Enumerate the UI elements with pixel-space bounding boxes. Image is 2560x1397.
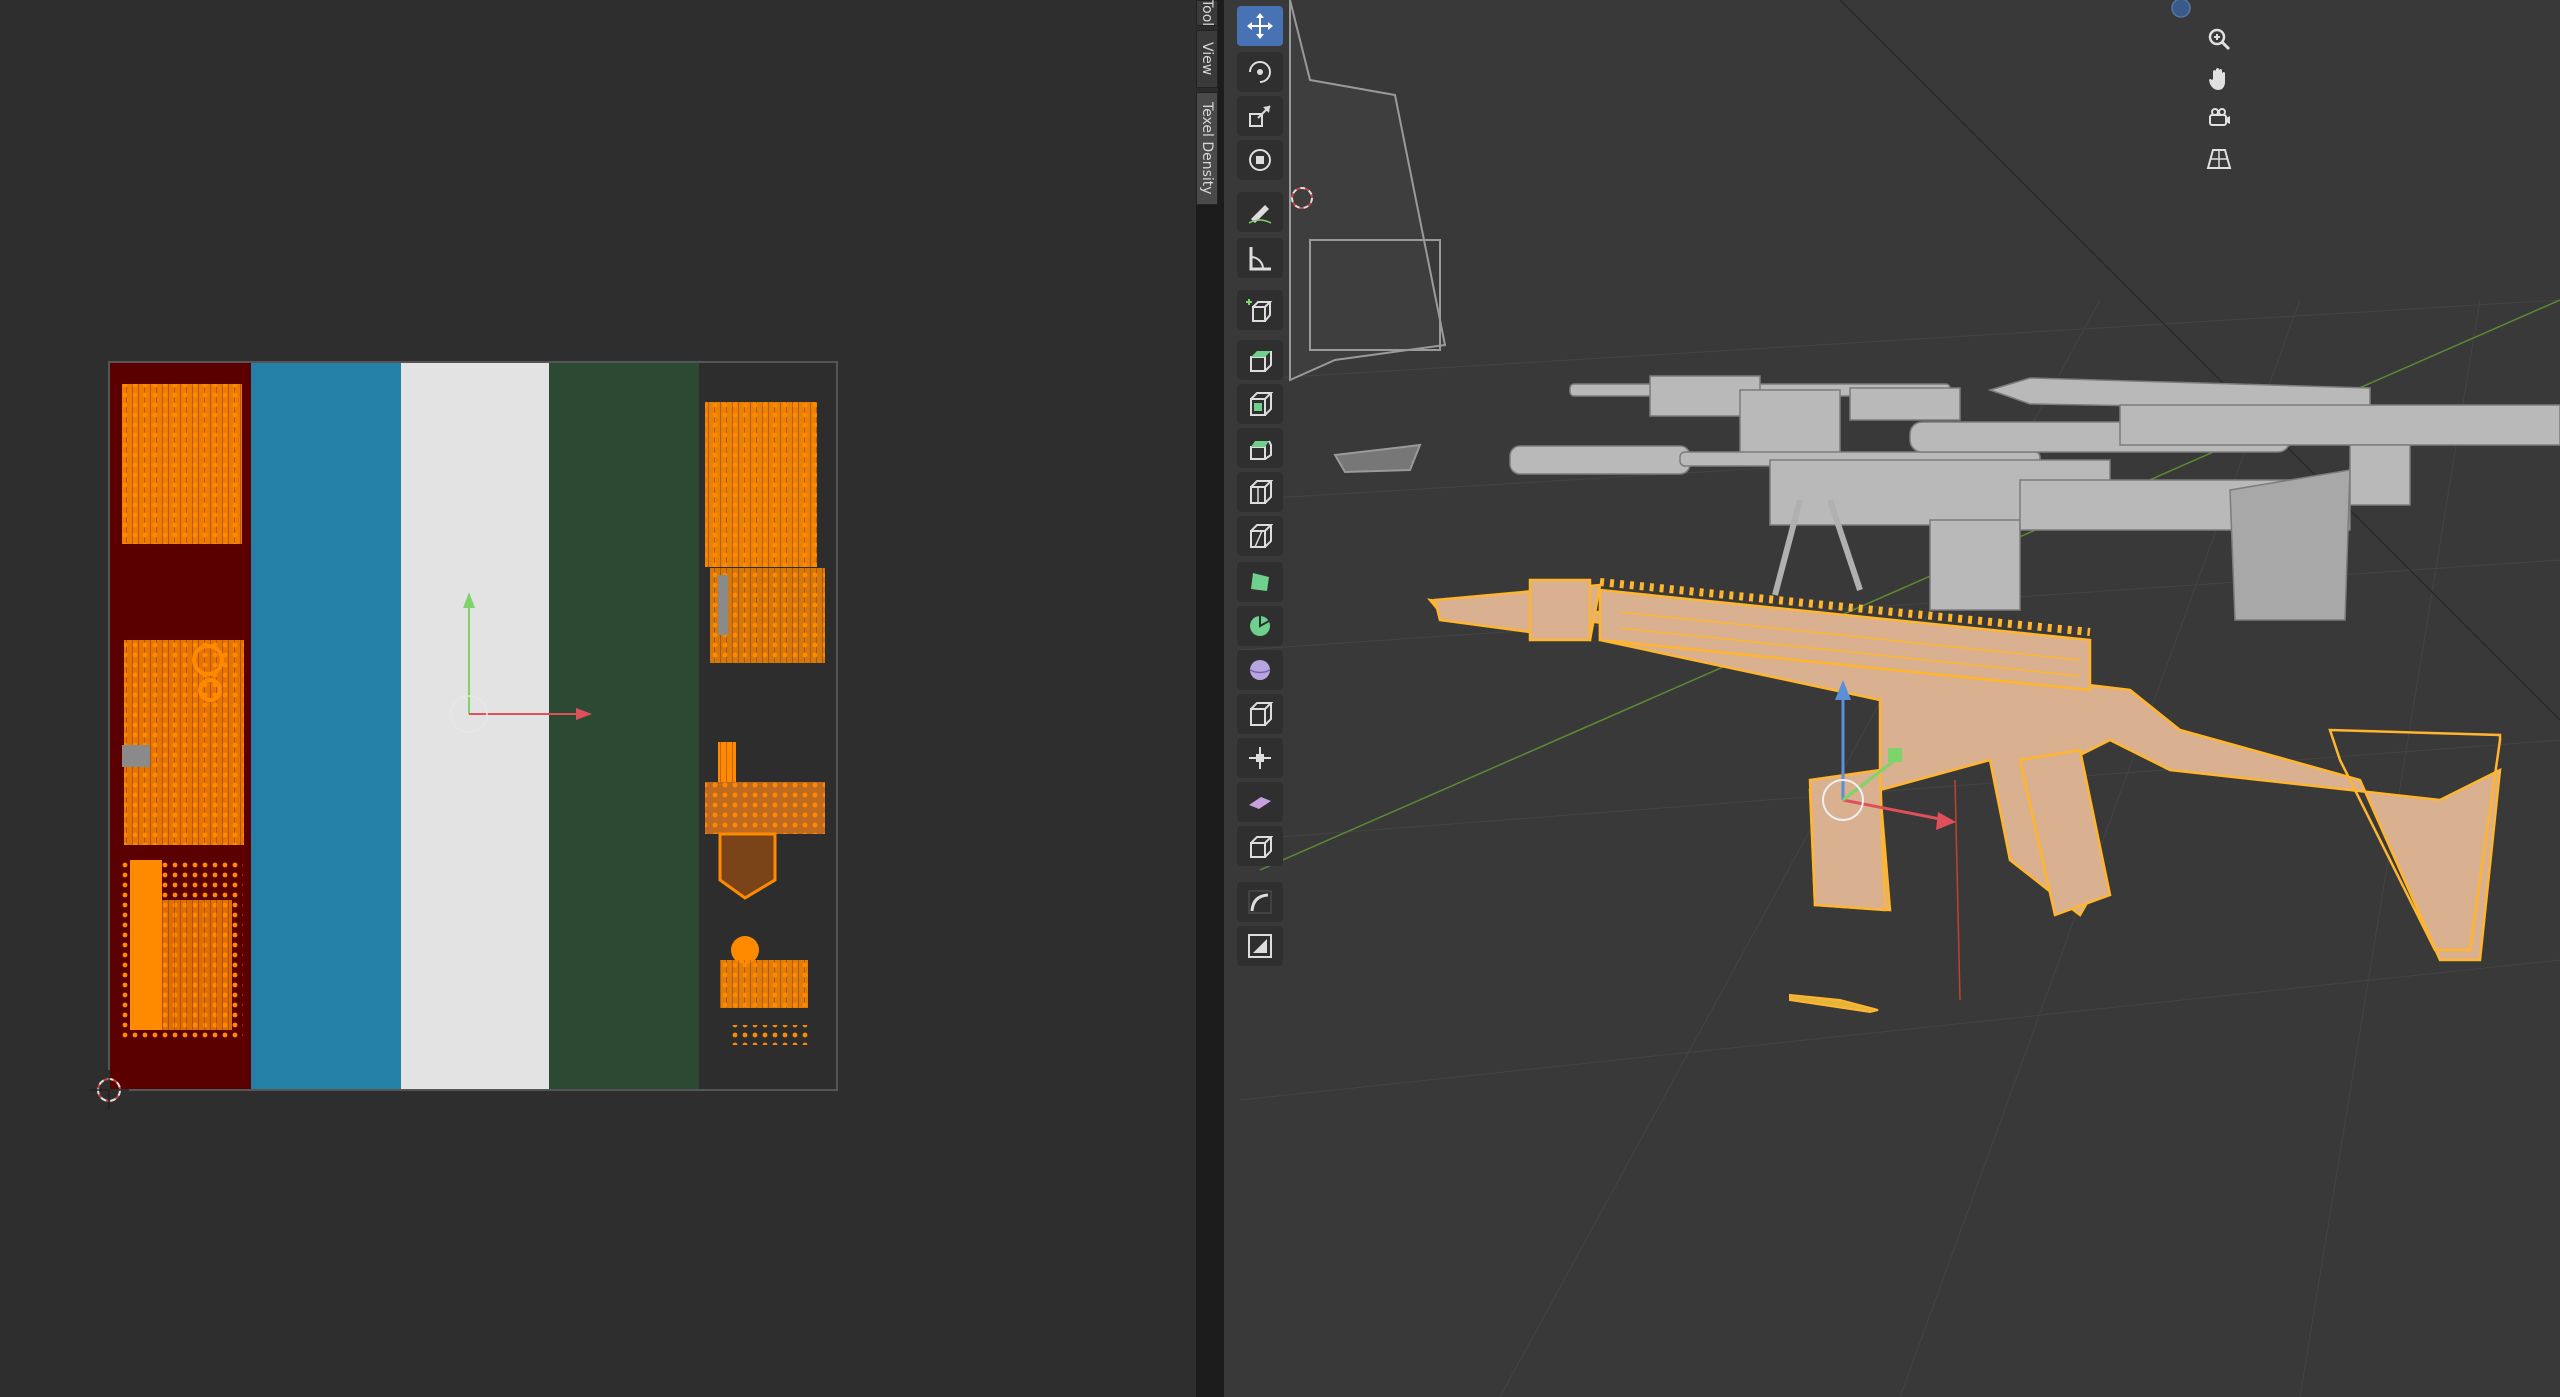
- zoom-button[interactable]: [2201, 21, 2237, 57]
- move-icon: [1247, 13, 1273, 39]
- shear-icon: [1249, 797, 1271, 809]
- smooth-tool-button[interactable]: [1237, 650, 1283, 690]
- uv-editor-panel[interactable]: [0, 0, 1196, 1397]
- knife-tool-button[interactable]: [1237, 516, 1283, 556]
- annotate-tool-button[interactable]: [1237, 192, 1283, 232]
- loop-cut-tool-button[interactable]: [1237, 472, 1283, 512]
- uv-islands-left[interactable]: [118, 384, 244, 1040]
- sidebar-tab-texel-density[interactable]: Texel Density: [1196, 92, 1218, 205]
- pan-button[interactable]: [2201, 61, 2237, 97]
- rip-region-tool-button[interactable]: [1237, 826, 1283, 866]
- knife-icon: [1250, 524, 1274, 548]
- measure-tool-button[interactable]: [1237, 238, 1283, 278]
- tab-label: Texel Density: [1199, 102, 1215, 195]
- uv-select-icon: [1248, 934, 1272, 958]
- shrink-fatten-tool-button[interactable]: [1237, 738, 1283, 778]
- scale-tool-button[interactable]: [1237, 96, 1283, 136]
- poly-build-icon: [1251, 573, 1269, 591]
- edge-slide-icon: [1250, 702, 1274, 726]
- uv-canvas[interactable]: [0, 0, 1196, 1397]
- bevel-tool-button[interactable]: [1237, 428, 1283, 468]
- edge-slide-tool-button[interactable]: [1237, 694, 1283, 734]
- measure-icon: [1249, 247, 1271, 271]
- sidebar-tab-view[interactable]: View: [1196, 30, 1218, 88]
- camera-view-button[interactable]: [2201, 101, 2237, 137]
- curve-draw-icon: [1248, 890, 1272, 914]
- add-cube-icon: [1246, 299, 1273, 322]
- viewport-scene[interactable]: [1224, 0, 2560, 1397]
- smooth-icon: [1249, 660, 1271, 680]
- selected-assault-rifle-object[interactable]: [1426, 578, 2502, 1014]
- pan-hand-icon: [2209, 68, 2225, 90]
- tab-label: Tool: [1199, 0, 1215, 27]
- 3d-viewport[interactable]: [1224, 0, 2560, 1397]
- weapon-rack-object[interactable]: [1289, 0, 1447, 474]
- bevel-icon: [1250, 440, 1272, 460]
- rip-region-icon: [1250, 836, 1274, 858]
- navigation-gizmo-dot[interactable]: [2171, 0, 2191, 18]
- curve-draw-tool-button[interactable]: [1237, 882, 1283, 922]
- poly-build-tool-button[interactable]: [1237, 562, 1283, 602]
- inset-faces-icon: [1250, 392, 1274, 416]
- tab-label: View: [1199, 42, 1215, 76]
- loop-cut-icon: [1250, 480, 1274, 504]
- rotate-tool-button[interactable]: [1237, 52, 1283, 92]
- zoom-icon: [2208, 28, 2231, 51]
- transform-tool-button[interactable]: [1237, 140, 1283, 180]
- rotate-icon: [1249, 61, 1271, 83]
- shear-tool-button[interactable]: [1237, 782, 1283, 822]
- extrude-region-tool-button[interactable]: [1237, 340, 1283, 380]
- spin-icon: [1250, 616, 1270, 636]
- spin-tool-button[interactable]: [1237, 606, 1283, 646]
- add-cube-tool-button[interactable]: [1237, 290, 1283, 330]
- annotate-icon: [1248, 205, 1272, 224]
- shrink-fatten-icon: [1249, 747, 1271, 769]
- uv-select-tool-button[interactable]: [1237, 926, 1283, 966]
- perspective-grid-icon: [2206, 149, 2232, 169]
- camera-view-icon: [2209, 108, 2230, 126]
- viewport-toolbar: [1233, 0, 1287, 970]
- scale-icon: [1249, 105, 1271, 127]
- move-tool-button[interactable]: [1237, 6, 1283, 46]
- inset-faces-tool-button[interactable]: [1237, 384, 1283, 424]
- extrude-region-icon: [1250, 351, 1272, 372]
- transform-icon: [1249, 149, 1271, 171]
- sidebar-tab-tool[interactable]: Tool: [1196, 0, 1218, 27]
- area-divider[interactable]: [1196, 0, 1224, 1397]
- perspective-toggle-button[interactable]: [2201, 141, 2237, 177]
